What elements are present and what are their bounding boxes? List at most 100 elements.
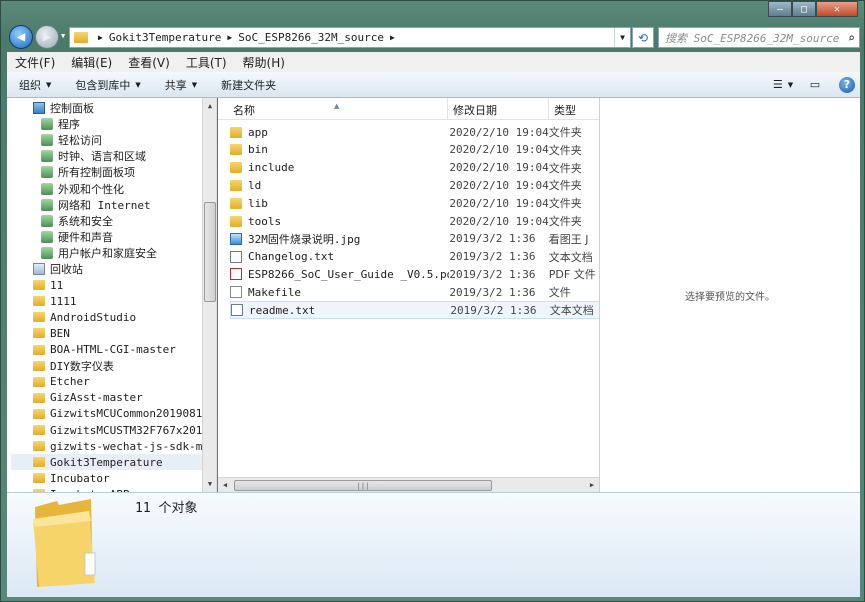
chevron-down-icon: ▼: [191, 80, 198, 89]
nav-item[interactable]: BOA-HTML-CGI-master: [7, 342, 176, 358]
minimize-button[interactable]: –: [768, 1, 792, 17]
refresh-button[interactable]: ⟲: [632, 27, 654, 48]
address-dropdown-button[interactable]: ▼: [614, 28, 630, 47]
chevron-down-icon: ▼: [787, 80, 794, 89]
recent-pages-dropdown[interactable]: ▼: [61, 32, 65, 40]
nav-item[interactable]: Gokit3Temperature: [11, 454, 205, 471]
folder-icon: [230, 197, 242, 209]
nav-item[interactable]: BEN: [7, 325, 70, 341]
menu-help[interactable]: 帮助(H): [235, 54, 293, 71]
file-row[interactable]: Changelog.txt 2019/3/2 1:36 文本文档: [230, 248, 598, 266]
pdf-icon: [230, 268, 242, 281]
scroll-thumb[interactable]: |||: [234, 480, 492, 491]
chevron-right-icon[interactable]: ▶: [227, 33, 232, 42]
nav-item-label: DIY数字仪表: [50, 359, 114, 373]
navigation-pane[interactable]: IncubatorAPPIncubatorGokit3Temperaturegi…: [7, 98, 217, 492]
folder-icon: [33, 312, 45, 323]
new-folder-label: 新建文件夹: [221, 78, 277, 92]
folder-icon: [230, 162, 242, 174]
back-button[interactable]: ◀: [9, 25, 33, 49]
file-row[interactable]: ld 2020/2/10 19:04 文件夹: [230, 176, 598, 194]
nav-item[interactable]: GizAsst-master: [7, 390, 143, 406]
scroll-down-arrow[interactable]: ▼: [203, 476, 216, 492]
new-folder-button[interactable]: 新建文件夹: [209, 77, 288, 93]
include-library-button[interactable]: 包含到库中 ▼: [63, 77, 152, 93]
nav-item[interactable]: Incubator: [7, 470, 110, 486]
folder-icon: [230, 144, 242, 156]
file-row[interactable]: bin 2020/2/10 19:04 文件夹: [230, 141, 598, 159]
scroll-right-arrow[interactable]: ▶: [585, 478, 599, 492]
folder-icon: [33, 376, 45, 387]
address-bar[interactable]: ▶ Gokit3Temperature ▶ SoC_ESP8266_32M_so…: [69, 27, 631, 48]
nav-item-label: BEN: [50, 326, 70, 340]
column-name[interactable]: 名称: [233, 102, 255, 118]
nav-item[interactable]: AndroidStudio: [7, 309, 136, 325]
breadcrumb-gokit[interactable]: Gokit3Temperature: [109, 31, 222, 44]
nav-item[interactable]: 外观和个性化: [7, 181, 124, 197]
file-row[interactable]: Makefile 2019/3/2 1:36 文件: [230, 283, 598, 301]
nav-item[interactable]: 硬件和声音: [7, 229, 113, 245]
file-date: 2019/3/2 1:36: [449, 232, 536, 246]
nav-item[interactable]: 回收站: [7, 261, 83, 277]
nav-item[interactable]: 用户帐户和家庭安全: [7, 245, 157, 261]
arrow-right-icon: ▶: [42, 29, 52, 45]
organize-button[interactable]: 组织 ▼: [7, 77, 63, 93]
file-row[interactable]: 32M固件烧录说明.jpg 2019/3/2 1:36 看图王 J: [230, 230, 598, 248]
menu-edit[interactable]: 编辑(E): [63, 54, 120, 71]
folder-icon: [33, 457, 45, 468]
file-horizontal-scrollbar[interactable]: ◀ ||| ▶: [218, 477, 599, 492]
chevron-down-icon: ▼: [46, 80, 52, 89]
search-icon[interactable]: ⌕: [848, 31, 855, 45]
file-name-cell: tools: [230, 215, 449, 228]
view-options-button[interactable]: ☰ ▼: [770, 75, 796, 95]
nav-item[interactable]: 所有控制面板项: [7, 164, 135, 180]
search-input[interactable]: 搜索 SoC_ESP8266_32M_source ⌕: [658, 27, 860, 48]
column-type[interactable]: 类型: [554, 102, 576, 118]
nav-item[interactable]: gizwits-wechat-js-sdk-mast: [7, 438, 216, 454]
file-list[interactable]: ▲ 名称 修改日期 类型 app 2020/2/10 19:04 文件夹 bin 202…: [218, 98, 600, 492]
close-button[interactable]: ✕: [816, 1, 858, 17]
nav-vertical-scrollbar[interactable]: ▲ ▼: [202, 98, 216, 492]
folder-icon: [33, 280, 45, 291]
nav-item[interactable]: 控制面板: [7, 100, 94, 116]
preview-pane-button[interactable]: ▭: [802, 75, 828, 95]
file-row[interactable]: ESP8266_SoC_User_Guide _V0.5.pdf 2019/3/2…: [230, 265, 598, 283]
nav-item[interactable]: Etcher: [7, 374, 90, 390]
file-row[interactable]: lib 2020/2/10 19:04 文件夹: [230, 194, 598, 212]
file-name-cell: app: [230, 126, 449, 139]
menu-view[interactable]: 查看(V): [120, 54, 178, 71]
forward-button[interactable]: ▶: [35, 25, 59, 49]
nav-item[interactable]: GizwitsMCUSTM32F767x201908: [7, 422, 217, 438]
nav-item[interactable]: GizwitsMCUCommon2019081805: [7, 406, 216, 422]
file-row[interactable]: readme.txt 2019/3/2 1:36 文本文档: [230, 301, 600, 319]
nav-item[interactable]: 系统和安全: [7, 213, 113, 229]
nav-item[interactable]: 网络和 Internet: [7, 197, 151, 213]
menu-tools[interactable]: 工具(T): [178, 54, 235, 71]
file-row[interactable]: tools 2020/2/10 19:04 文件夹: [230, 212, 598, 230]
scroll-thumb[interactable]: [204, 202, 216, 302]
nav-item[interactable]: 程序: [7, 116, 80, 132]
column-date[interactable]: 修改日期: [453, 102, 497, 118]
file-name-cell: include: [230, 161, 449, 174]
chevron-right-icon[interactable]: ▶: [98, 33, 103, 42]
nav-item[interactable]: 11: [7, 277, 63, 293]
scroll-left-arrow[interactable]: ◀: [218, 478, 232, 492]
share-button[interactable]: 共享 ▼: [153, 77, 209, 93]
scroll-up-arrow[interactable]: ▲: [203, 98, 216, 114]
breadcrumb-soc[interactable]: SoC_ESP8266_32M_source: [238, 31, 384, 44]
nav-item[interactable]: 时钟、语言和区域: [7, 148, 146, 164]
nav-item[interactable]: 轻松访问: [7, 132, 102, 148]
column-divider[interactable]: [447, 98, 448, 120]
nav-item-label: 时钟、语言和区域: [58, 150, 146, 164]
help-button[interactable]: ?: [834, 75, 860, 95]
nav-item[interactable]: DIY数字仪表: [7, 358, 114, 374]
maximize-button[interactable]: □: [792, 1, 816, 17]
menu-file[interactable]: 文件(F): [7, 54, 63, 71]
column-divider[interactable]: [548, 98, 549, 120]
file-row[interactable]: include 2020/2/10 19:04 文件夹: [230, 159, 598, 177]
chevron-right-icon[interactable]: ▶: [390, 33, 395, 42]
nav-item-label: GizwitsMCUSTM32F767x201908: [50, 423, 217, 437]
file-row[interactable]: app 2020/2/10 19:04 文件夹: [230, 123, 598, 141]
all-items-icon: [41, 166, 53, 179]
nav-item[interactable]: 1111: [7, 293, 77, 309]
